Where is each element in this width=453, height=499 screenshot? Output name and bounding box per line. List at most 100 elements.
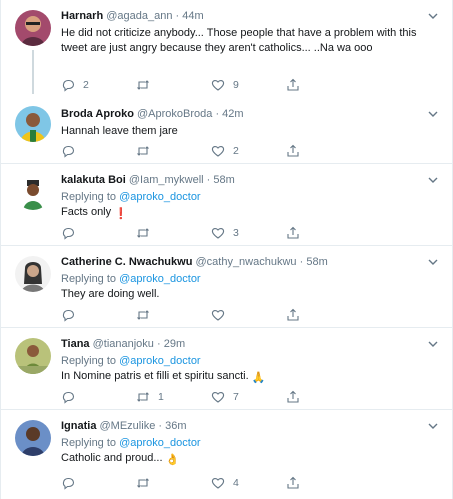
- tweet-header: kalakuta Boi @Iam_mykwell · 58m: [61, 173, 440, 188]
- replying-to: Replying to @aproko_doctor: [61, 436, 440, 450]
- chevron-down-icon[interactable]: [426, 9, 440, 23]
- avatar[interactable]: [15, 10, 51, 46]
- tweet-kalakuta-boi[interactable]: kalakuta Boi @Iam_mykwell · 58m Replying…: [1, 164, 452, 246]
- retweet-button[interactable]: [136, 143, 158, 159]
- share-button[interactable]: [286, 475, 300, 491]
- chevron-down-icon[interactable]: [426, 173, 440, 187]
- avatar[interactable]: [15, 106, 51, 142]
- like-button[interactable]: 9: [211, 77, 239, 93]
- share-button[interactable]: [286, 77, 300, 93]
- like-icon: [211, 478, 225, 489]
- like-count: 9: [233, 79, 239, 91]
- timestamp[interactable]: 44m: [182, 10, 203, 22]
- like-button[interactable]: [211, 307, 233, 323]
- separator: ·: [175, 10, 180, 22]
- user-handle[interactable]: @MEzulike: [100, 420, 156, 432]
- share-button[interactable]: [286, 389, 300, 405]
- user-handle[interactable]: @Iam_mykwell: [129, 174, 204, 186]
- replying-to: Replying to @aproko_doctor: [61, 272, 440, 286]
- retweet-icon: [137, 228, 149, 238]
- tweet-actions: 2: [61, 143, 391, 159]
- user-name[interactable]: Broda Aproko: [61, 108, 134, 120]
- replying-to: Replying to @aproko_doctor: [61, 354, 440, 368]
- tweet-text: Facts only: [61, 206, 112, 218]
- replying-to-handle[interactable]: @aproko_doctor: [119, 273, 201, 285]
- share-button[interactable]: [286, 143, 300, 159]
- timestamp[interactable]: 42m: [222, 108, 243, 120]
- reply-icon: [62, 227, 75, 240]
- like-icon: [211, 310, 225, 321]
- replying-to-handle[interactable]: @aproko_doctor: [119, 355, 201, 367]
- reply-button[interactable]: [61, 389, 83, 405]
- tweet-broda-aproko[interactable]: Broda Aproko @AprokoBroda · 42m Hannah l…: [1, 98, 452, 164]
- share-icon: [287, 78, 299, 91]
- separator: ·: [158, 420, 163, 432]
- like-button[interactable]: 3: [211, 225, 239, 241]
- retweet-button[interactable]: 1: [136, 389, 164, 405]
- user-handle[interactable]: @AprokoBroda: [137, 108, 212, 120]
- timestamp[interactable]: 58m: [213, 174, 234, 186]
- share-button[interactable]: [286, 307, 300, 323]
- replying-to-label: Replying to: [61, 191, 117, 203]
- exclamation-emoji-icon: ❗: [114, 208, 128, 220]
- reply-feed: Harnarh @agada_ann · 44m He did not crit…: [0, 0, 453, 499]
- retweet-button[interactable]: [136, 77, 158, 93]
- retweet-button[interactable]: [136, 307, 158, 323]
- tweet-ignatia[interactable]: Ignatia @MEzulike · 36m Replying to @apr…: [1, 410, 452, 499]
- user-handle[interactable]: @agada_ann: [106, 10, 172, 22]
- user-name[interactable]: Ignatia: [61, 420, 96, 432]
- tweet-actions: 3: [61, 225, 391, 241]
- reply-button[interactable]: [61, 143, 83, 159]
- user-name[interactable]: Catherine C. Nwachukwu: [61, 256, 192, 268]
- like-button[interactable]: 7: [211, 389, 239, 405]
- separator: ·: [215, 108, 220, 120]
- share-button[interactable]: [286, 225, 300, 241]
- tweet-text-row: In Nomine patris et filli et spiritu san…: [61, 369, 440, 386]
- tweet-header: Tiana @tiananjoku · 29m: [61, 337, 440, 352]
- reply-button[interactable]: [61, 225, 83, 241]
- reply-icon: [62, 391, 75, 404]
- separator: ·: [206, 174, 211, 186]
- retweet-icon: [137, 80, 149, 90]
- separator: ·: [299, 256, 304, 268]
- timestamp[interactable]: 58m: [306, 256, 327, 268]
- replying-to-handle[interactable]: @aproko_doctor: [119, 437, 201, 449]
- like-count: 2: [233, 145, 239, 157]
- chevron-down-icon[interactable]: [426, 419, 440, 433]
- tweet-catherine-nwachukwu[interactable]: Catherine C. Nwachukwu @cathy_nwachukwu …: [1, 246, 452, 328]
- timestamp[interactable]: 29m: [164, 338, 185, 350]
- reply-button[interactable]: [61, 475, 83, 491]
- tweet-text: Catholic and proud...: [61, 452, 163, 464]
- user-name[interactable]: kalakuta Boi: [61, 174, 126, 186]
- avatar[interactable]: [15, 256, 51, 292]
- user-handle[interactable]: @tiananjoku: [93, 338, 154, 350]
- separator: ·: [156, 338, 161, 350]
- retweet-button[interactable]: [136, 225, 158, 241]
- user-name[interactable]: Tiana: [61, 338, 90, 350]
- tweet-harnarh[interactable]: Harnarh @agada_ann · 44m He did not crit…: [1, 0, 452, 98]
- user-handle[interactable]: @cathy_nwachukwu: [195, 256, 296, 268]
- avatar[interactable]: [15, 338, 51, 374]
- share-icon: [287, 390, 299, 403]
- avatar[interactable]: [15, 420, 51, 456]
- like-button[interactable]: 2: [211, 143, 239, 159]
- reply-button[interactable]: 2: [61, 77, 89, 93]
- tweet-text: In Nomine patris et filli et spiritu san…: [61, 370, 249, 382]
- tweet-text-row: Catholic and proud... 👌: [61, 451, 440, 468]
- tweet-tiana[interactable]: Tiana @tiananjoku · 29m Replying to @apr…: [1, 328, 452, 410]
- like-button[interactable]: 4: [211, 475, 239, 491]
- chevron-down-icon[interactable]: [426, 255, 440, 269]
- replying-to-handle[interactable]: @aproko_doctor: [119, 191, 201, 203]
- retweet-icon: [137, 310, 149, 320]
- chevron-down-icon[interactable]: [426, 337, 440, 351]
- timestamp[interactable]: 36m: [165, 420, 186, 432]
- tweet-header: Catherine C. Nwachukwu @cathy_nwachukwu …: [61, 255, 440, 270]
- retweet-button[interactable]: [136, 475, 158, 491]
- chevron-down-icon[interactable]: [426, 107, 440, 121]
- reply-button[interactable]: [61, 307, 83, 323]
- tweet-text: He did not criticize anybody... Those pe…: [61, 27, 417, 54]
- avatar[interactable]: [15, 174, 51, 210]
- reply-icon: [62, 309, 75, 322]
- user-name[interactable]: Harnarh: [61, 10, 103, 22]
- like-count: 3: [233, 227, 239, 239]
